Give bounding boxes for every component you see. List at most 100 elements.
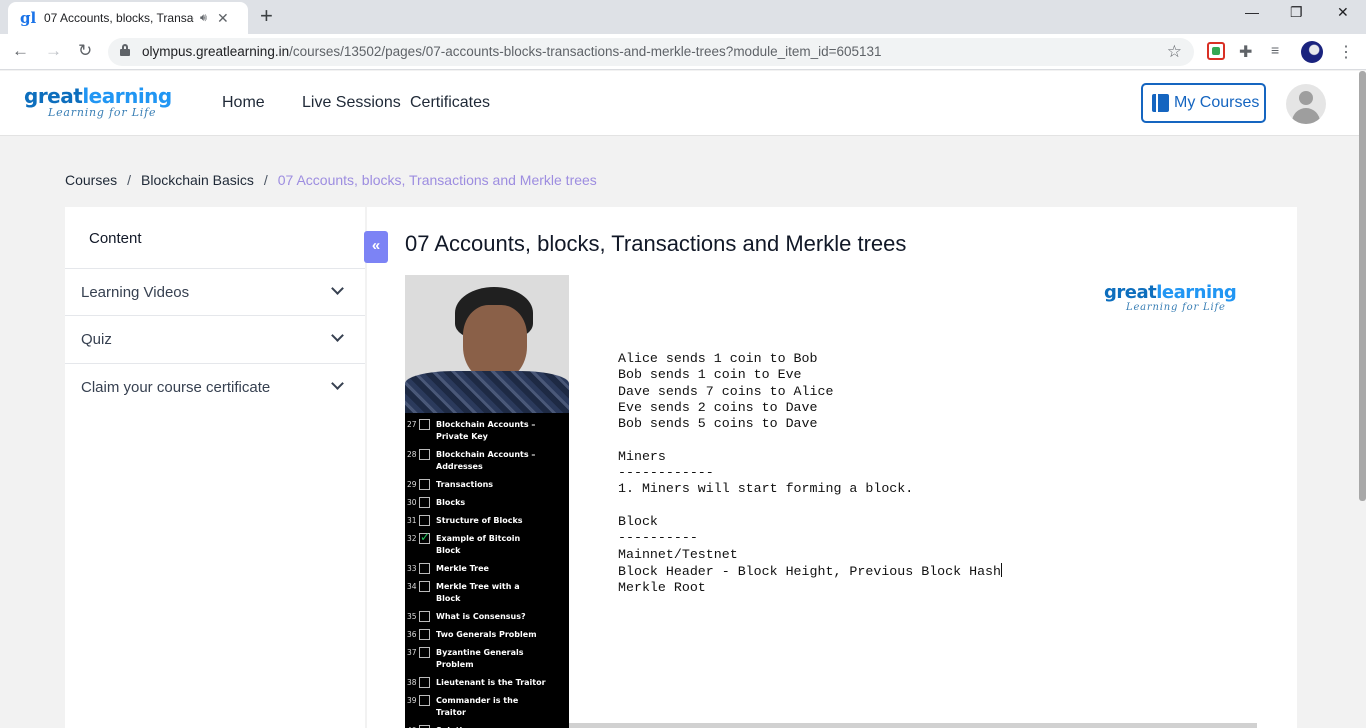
checkbox-icon [419, 515, 430, 526]
checkbox-icon [419, 695, 430, 706]
accordion-label: Claim your course certificate [81, 379, 271, 396]
sidebar-heading: Content [89, 230, 142, 247]
book-icon [1152, 94, 1169, 112]
content-sidebar: Content Learning Videos Quiz Claim your … [65, 207, 365, 728]
note-line: ------------ [618, 465, 714, 481]
chevron-down-icon[interactable] [330, 331, 344, 345]
profile-avatar-icon[interactable] [1301, 41, 1323, 63]
lock-icon[interactable] [120, 44, 130, 56]
note-line: Merkle Root [618, 580, 706, 596]
accordion-learning-videos[interactable]: Learning Videos [65, 268, 365, 316]
my-courses-label: My Courses [1174, 94, 1260, 111]
close-window-button[interactable]: ✕ [1337, 4, 1349, 21]
topic-text: Two Generals Problem [436, 630, 537, 639]
instructor-webcam [405, 275, 569, 413]
nav-home[interactable]: Home [222, 94, 265, 112]
extension-icon[interactable] [1207, 42, 1225, 60]
topic-text: Structure of Blocks [436, 516, 523, 525]
user-head-shape [1299, 91, 1313, 105]
topic-text: Blockchain Accounts – Addresses [436, 450, 536, 471]
topic-text: Example of Bitcoin Block [436, 534, 521, 555]
topic-text: Transactions [436, 480, 494, 489]
note-line: Dave sends 7 coins to Alice [618, 383, 834, 399]
page-scrollbar[interactable] [1359, 71, 1366, 501]
site-header: greatlearning Learning for Life Home Liv… [0, 71, 1366, 136]
note-line: Mainnet/Testnet [618, 546, 738, 562]
topic-item: 40Solution [405, 723, 569, 728]
url-text[interactable]: olympus.greatlearning.in/courses/13502/p… [142, 44, 882, 59]
video-progress-bar[interactable] [569, 723, 1257, 728]
note-line: Miners [618, 448, 666, 464]
extensions-puzzle-icon[interactable]: ✚ [1239, 42, 1257, 61]
note-line: 1. Miners will start forming a block. [618, 481, 914, 497]
topic-number: 30 [407, 498, 417, 507]
topic-item: 29 Transactions [405, 477, 569, 495]
accordion-claim-certificate[interactable]: Claim your course certificate [65, 364, 365, 412]
greatlearning-logo[interactable]: greatlearning Learning for Life [24, 85, 172, 118]
topic-text: Merkle Tree with a Block [436, 582, 520, 603]
topic-text: Blockchain Accounts – Private Key [436, 420, 536, 441]
chevron-down-icon[interactable] [330, 284, 344, 298]
checkbox-icon [419, 479, 430, 490]
video-greatlearning-logo: greatlearning Learning for Life [1104, 282, 1237, 313]
breadcrumb-current: 07 Accounts, blocks, Transactions and Me… [277, 172, 597, 188]
checkbox-icon [419, 497, 430, 508]
my-courses-button[interactable]: My Courses [1141, 83, 1266, 123]
collapse-sidebar-button[interactable]: « [364, 231, 388, 263]
topic-number: 29 [407, 480, 417, 489]
topic-item: 31 Structure of Blocks [405, 513, 569, 531]
topic-number: 37 [407, 648, 417, 657]
topic-number: 39 [407, 696, 417, 705]
topic-text: Lieutenant is the Traitor [436, 678, 546, 687]
topic-item: 38 Lieutenant is the Traitor [405, 675, 569, 693]
topic-text: Blocks [436, 498, 466, 507]
checkbox-icon [419, 419, 430, 430]
accordion-label: Quiz [81, 331, 112, 348]
topic-number: 28 [407, 450, 417, 459]
topic-item: 33 Merkle Tree [405, 561, 569, 579]
browser-tab-strip: gl 07 Accounts, blocks, Transactions and… [0, 0, 1366, 34]
topic-text: What is Consensus? [436, 612, 526, 621]
back-arrow-icon[interactable]: ← [12, 41, 29, 61]
reload-icon[interactable]: ↻ [78, 41, 92, 61]
close-tab-icon[interactable]: ✕ [217, 10, 229, 27]
browser-tab[interactable]: gl 07 Accounts, blocks, Transactions and… [8, 2, 248, 34]
minimize-button[interactable]: — [1245, 4, 1259, 20]
user-torso-shape [1292, 108, 1320, 124]
text-cursor [1001, 562, 1003, 577]
restore-button[interactable]: ❐ [1290, 4, 1303, 21]
browser-menu-icon[interactable]: ⋮ [1338, 42, 1354, 62]
checkbox-icon [419, 677, 430, 688]
video-player[interactable]: 27 Blockchain Accounts – Private Key 28 Blo… [405, 275, 1257, 728]
media-control-icon[interactable]: ≡ [1271, 42, 1289, 60]
bookmark-star-icon[interactable]: ☆ [1167, 42, 1182, 62]
forward-arrow-icon[interactable]: → [45, 41, 62, 61]
user-avatar[interactable] [1286, 84, 1326, 124]
topic-text: Byzantine Generals Problem [436, 648, 524, 669]
accordion-quiz[interactable]: Quiz [65, 316, 365, 364]
video-notes: Alice sends 1 coin to Bob Bob sends 1 coi… [618, 351, 1003, 596]
note-line [618, 432, 1002, 448]
logo-text-great: great [24, 84, 83, 108]
note-line: Bob sends 1 coin to Eve [618, 367, 802, 383]
nav-certificates[interactable]: Certificates [410, 94, 490, 112]
checked-checkbox-icon [419, 531, 430, 544]
audio-playing-icon[interactable]: 🔊︎ [200, 12, 207, 25]
tab-title: 07 Accounts, blocks, Transactions and Me… [44, 11, 194, 25]
topic-number: 31 [407, 516, 417, 525]
topic-item: 37 Byzantine Generals Problem [405, 645, 569, 675]
nav-live-sessions[interactable]: Live Sessions [302, 94, 401, 112]
topic-text: Commander is the Traitor [436, 696, 519, 717]
note-line: Alice sends 1 coin to Bob [618, 351, 818, 366]
topic-number: 32 [407, 534, 417, 543]
video-logo-learning: learning [1156, 282, 1237, 303]
breadcrumb-courses[interactable]: Courses [65, 172, 117, 188]
note-line: Block Header - Block Height, Previous Bl… [618, 562, 1003, 579]
breadcrumb-course[interactable]: Blockchain Basics [141, 172, 254, 188]
chevron-down-icon[interactable] [330, 379, 344, 393]
address-bar[interactable]: olympus.greatlearning.in/courses/13502/p… [108, 38, 1194, 66]
new-tab-button[interactable]: + [260, 5, 273, 27]
checkbox-icon [419, 647, 430, 658]
accordion-label: Learning Videos [81, 284, 190, 301]
note-line: ---------- [618, 530, 698, 546]
